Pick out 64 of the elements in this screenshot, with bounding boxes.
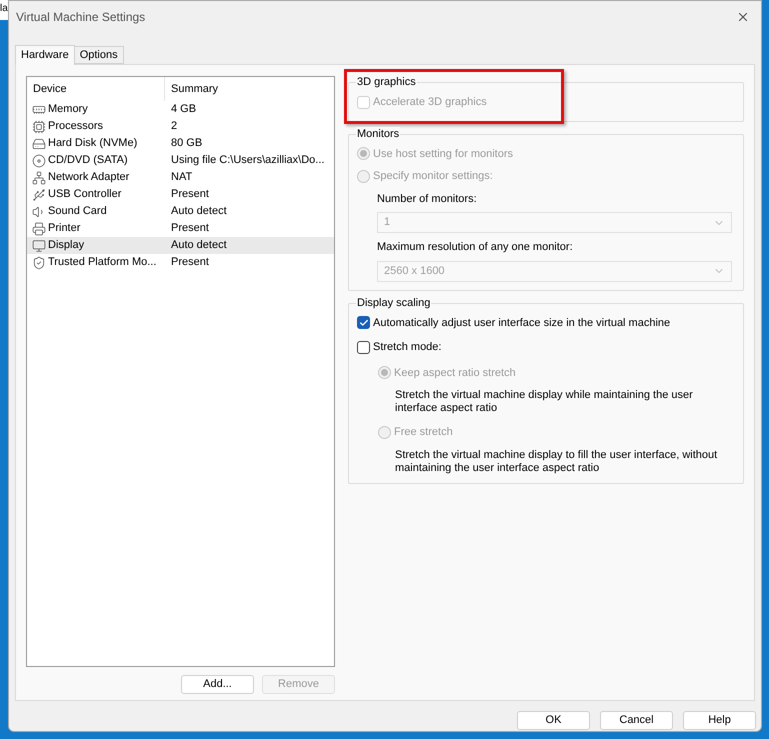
device-summary: 80 GB [170, 136, 202, 152]
printer-icon [32, 222, 46, 236]
dialog-button[interactable]: Cancel [600, 711, 673, 730]
background-window-text: la [0, 3, 8, 14]
device-name: USB Controller [48, 187, 122, 202]
device-summary: Present [170, 187, 209, 202]
device-name: Sound Card [48, 204, 107, 220]
column-header[interactable]: Summary [165, 77, 334, 101]
radio-label: Use host setting for monitors [373, 146, 514, 162]
device-name: Processors [48, 119, 104, 134]
close-icon [736, 10, 750, 24]
checkbox-label: Stretch mode: [373, 340, 442, 355]
radio-label: Keep aspect ratio stretch [394, 366, 516, 380]
device-name: Network Adapter [48, 170, 130, 186]
device-row[interactable]: Memory 4 GB [27, 101, 334, 118]
tab[interactable]: Hardware [15, 45, 75, 65]
usb-icon [32, 188, 46, 202]
device-row[interactable]: Network Adapter NAT [27, 169, 334, 186]
field-label: Number of monitors: [377, 192, 478, 206]
device-summary: 4 GB [170, 102, 196, 118]
radio-label: Specify monitor settings: [373, 169, 493, 184]
device-name: Hard Disk (NVMe) [48, 136, 138, 152]
device-summary: Present [170, 221, 209, 236]
option-description: Stretch the virtual machine display while maintaining the user interface aspect ratio [394, 389, 694, 415]
device-row[interactable]: Display Auto detect [27, 237, 334, 254]
device-summary: Present [170, 255, 209, 270]
device-name: Printer [48, 221, 80, 236]
dialog-button[interactable]: Help [683, 711, 756, 730]
tab[interactable]: Options [74, 46, 124, 64]
group-title: Display scaling [356, 296, 432, 310]
device-summary: Auto detect [170, 204, 227, 220]
device-summary: NAT [170, 170, 192, 186]
device-row[interactable]: Hard Disk (NVMe) 80 GB [27, 135, 334, 152]
shield-icon [32, 256, 46, 270]
device-name: Memory [48, 102, 88, 118]
device-row[interactable]: Trusted Platform Mo... Present [27, 254, 334, 271]
group-title: 3D graphics [356, 75, 417, 89]
radio-label: Free stretch [394, 425, 453, 440]
device-summary: Using file C:\Users\azilliax\Do... [170, 153, 324, 168]
checkbox[interactable] [357, 340, 370, 354]
disc-icon [32, 154, 46, 168]
device-row[interactable]: Sound Card Auto detect [27, 203, 334, 220]
network-icon [32, 170, 46, 184]
group-title: Monitors [356, 126, 400, 140]
device-row[interactable]: USB Controller Present [27, 186, 334, 203]
device-summary: Auto detect [170, 238, 227, 254]
device-name: CD/DVD (SATA) [48, 153, 128, 168]
list-button[interactable]: Add... [181, 675, 254, 694]
device-summary: 2 [170, 119, 178, 134]
monitor-icon [32, 238, 46, 252]
option-description: Stretch the virtual machine display to fill the user interface, without maintaining the user interface aspect ratio [394, 448, 718, 474]
dialog-button[interactable]: OK [517, 711, 590, 730]
device-row[interactable]: Printer Present [27, 220, 334, 237]
window-title: Virtual Machine Settings [16, 9, 146, 26]
checkbox[interactable] [357, 316, 370, 330]
device-name: Trusted Platform Mo... [48, 255, 156, 270]
device-row[interactable]: Processors 2 [27, 118, 334, 135]
field-label: Maximum resolution of any one monitor: [377, 240, 574, 255]
chip-icon [32, 120, 46, 134]
column-header[interactable]: Device [27, 77, 165, 101]
checkbox-label: Automatically adjust user interface size in the virtual machine [373, 316, 670, 330]
device-name: Display [48, 238, 84, 254]
device-row[interactable]: CD/DVD (SATA) Using file C:\Users\azilliax\Do... [27, 152, 334, 169]
checkbox-label: Accelerate 3D graphics [373, 95, 487, 110]
